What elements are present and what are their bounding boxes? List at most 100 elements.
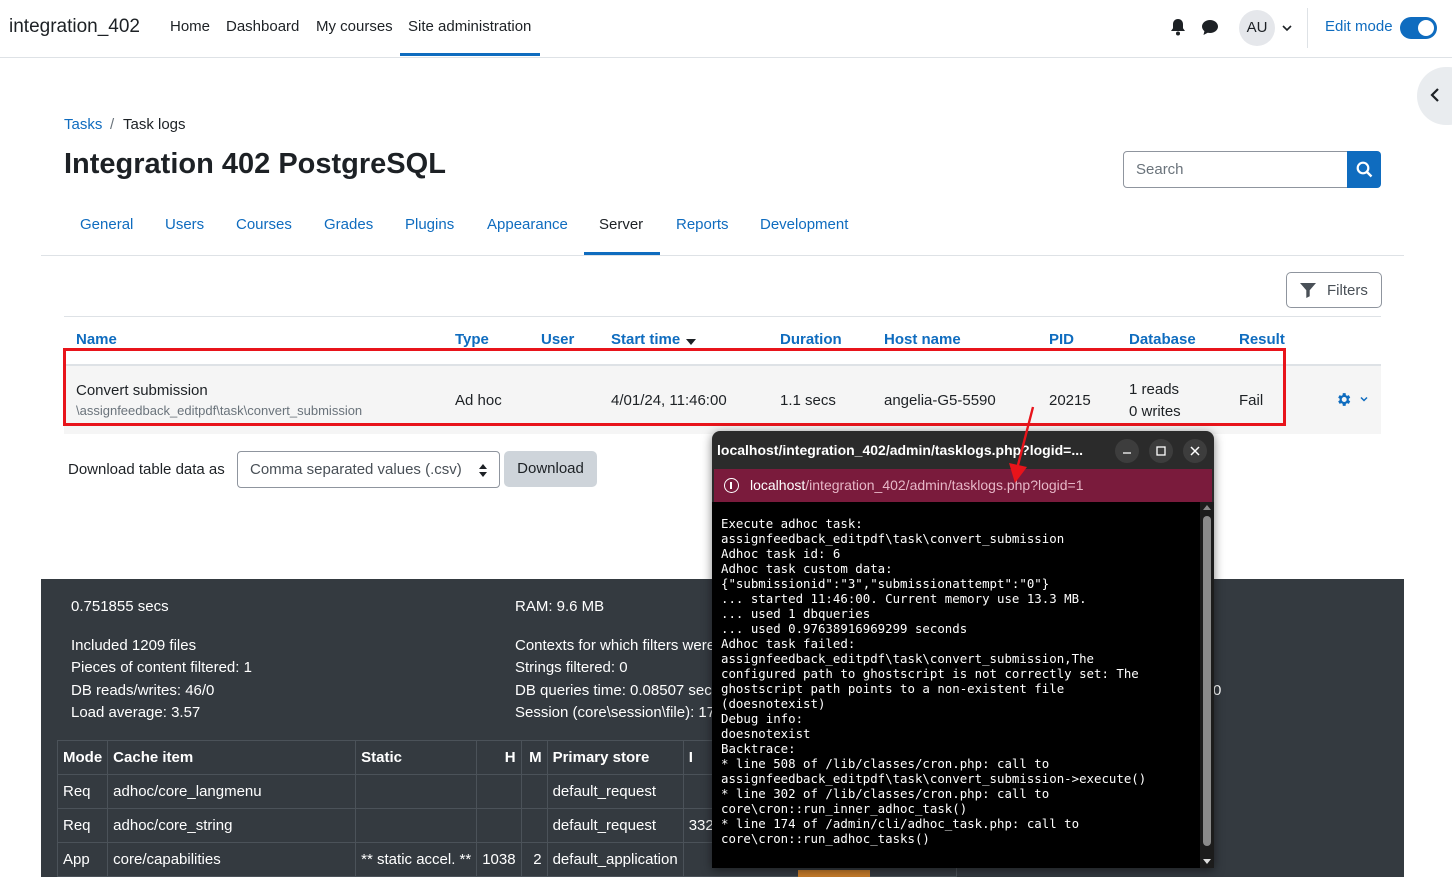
cache-cell: Req <box>56 774 109 809</box>
close-button[interactable] <box>1183 439 1207 463</box>
chevron-down-icon[interactable] <box>1359 394 1369 404</box>
bell-icon[interactable] <box>1170 18 1186 36</box>
cache-cell: 2 <box>520 842 548 877</box>
cache-cell: adhoc/core_string <box>107 808 357 843</box>
nav-dashboard[interactable]: Dashboard <box>226 18 299 35</box>
tab-development[interactable]: Development <box>760 216 848 233</box>
search-button[interactable] <box>1347 151 1381 188</box>
log-output: Execute adhoc task: assignfeedback_editp… <box>712 502 1200 868</box>
site-brand[interactable]: integration_402 <box>9 16 140 38</box>
cache-cell <box>476 774 522 809</box>
cache-cell: adhoc/core_langmenu <box>107 774 357 809</box>
filter-icon <box>1300 283 1316 298</box>
cache-cell <box>476 808 522 843</box>
cache-cell: ** static accel. ** <box>355 842 478 877</box>
col-name[interactable]: Name <box>76 331 117 348</box>
page-title: Integration 402 PostgreSQL <box>64 148 446 180</box>
col-duration[interactable]: Duration <box>780 331 842 348</box>
task-log-popup-window[interactable]: localhost/integration_402/admin/tasklogs… <box>712 431 1214 868</box>
perf-ram: RAM: 9.6 MB <box>515 598 605 615</box>
close-icon <box>1190 446 1200 456</box>
col-start-time[interactable]: Start time <box>611 331 680 348</box>
cache-cell <box>520 808 548 843</box>
col-pid[interactable]: PID <box>1049 331 1074 348</box>
user-avatar[interactable]: AU <box>1239 10 1275 46</box>
info-icon[interactable] <box>724 478 739 493</box>
breadcrumb-tasks[interactable]: Tasks <box>64 116 102 133</box>
cache-cell: default_application <box>546 842 684 877</box>
tab-general[interactable]: General <box>80 216 133 233</box>
cache-cell <box>355 774 478 809</box>
filters-label: Filters <box>1327 282 1368 299</box>
perf-time: 0.751855 secs <box>71 598 169 615</box>
perf-load: Load average: 3.57 <box>71 704 201 721</box>
perf-db-time: DB queries time: 0.08507 sec <box>515 682 712 699</box>
tab-users[interactable]: Users <box>165 216 204 233</box>
perf-strings: Strings filtered: 0 <box>515 659 628 676</box>
cache-cell: App <box>56 842 109 877</box>
url-host: localhost <box>750 477 806 493</box>
cache-col-hits: H <box>476 740 522 775</box>
col-database[interactable]: Database <box>1129 331 1196 348</box>
chat-icon[interactable] <box>1201 18 1219 36</box>
perf-contexts: Contexts for which filters were <box>515 637 716 654</box>
row-highlight-annotation <box>63 348 1286 426</box>
filters-button[interactable]: Filters <box>1286 272 1382 308</box>
chevron-left-icon <box>1430 88 1439 102</box>
cache-cell: default_request <box>546 774 684 809</box>
cache-cell <box>355 808 478 843</box>
annotation-arrow <box>1009 406 1035 483</box>
select-arrows-icon <box>479 464 487 477</box>
col-host-name[interactable]: Host name <box>884 331 961 348</box>
edit-mode-toggle[interactable] <box>1400 17 1437 39</box>
tab-reports[interactable]: Reports <box>676 216 729 233</box>
perf-db-rw: DB reads/writes: 46/0 <box>71 682 215 699</box>
popup-title[interactable]: localhost/integration_402/admin/tasklogs… <box>717 442 1117 458</box>
cache-col-misses: M <box>520 740 548 775</box>
cache-cell: default_request <box>546 808 684 843</box>
nav-my-courses[interactable]: My courses <box>316 18 393 35</box>
search-input[interactable] <box>1123 151 1349 188</box>
chevron-down-icon[interactable] <box>1281 22 1293 34</box>
cache-cell: Req <box>56 808 109 843</box>
popup-url-bar[interactable]: localhost/integration_402/admin/tasklogs… <box>714 469 1212 502</box>
tab-courses[interactable]: Courses <box>236 216 292 233</box>
minimize-icon <box>1123 452 1131 454</box>
perf-included: Included 1209 files <box>71 637 197 654</box>
sort-desc-icon <box>686 339 696 345</box>
cache-cell <box>520 774 548 809</box>
download-button[interactable]: Download <box>504 451 597 487</box>
nav-site-administration[interactable]: Site administration <box>408 18 531 35</box>
tab-appearance[interactable]: Appearance <box>487 216 568 233</box>
tab-grades[interactable]: Grades <box>324 216 373 233</box>
download-label: Download table data as <box>68 461 225 478</box>
cache-col-primary-store: Primary store <box>546 740 684 775</box>
table-top-border <box>64 316 1381 317</box>
popup-scrollbar[interactable] <box>1200 502 1214 868</box>
footer-accent-bar <box>798 870 870 877</box>
tab-plugins[interactable]: Plugins <box>405 216 454 233</box>
search-icon <box>1356 161 1373 178</box>
perf-session: Session (core\session\file): 17 <box>515 704 716 721</box>
download-format-value: Comma separated values (.csv) <box>250 461 462 478</box>
cache-col-mode: Mode <box>56 740 109 775</box>
col-result[interactable]: Result <box>1239 331 1285 348</box>
minimize-button[interactable] <box>1115 439 1139 463</box>
edit-mode-label[interactable]: Edit mode <box>1325 18 1393 35</box>
download-format-select[interactable]: Comma separated values (.csv) <box>237 451 500 488</box>
scroll-down-arrow[interactable] <box>1203 859 1211 864</box>
cache-cell: 1038 <box>476 842 522 877</box>
nav-home[interactable]: Home <box>170 18 210 35</box>
scroll-thumb[interactable] <box>1203 516 1211 846</box>
tab-server[interactable]: Server <box>599 216 643 233</box>
cache-col-item: Cache item <box>107 740 357 775</box>
nav-active-indicator <box>400 53 540 56</box>
col-type[interactable]: Type <box>455 331 489 348</box>
cache-col-static: Static <box>355 740 478 775</box>
maximize-button[interactable] <box>1149 439 1173 463</box>
scroll-up-arrow[interactable] <box>1203 505 1211 510</box>
gear-icon[interactable] <box>1335 391 1352 408</box>
col-user[interactable]: User <box>541 331 574 348</box>
open-drawer-button[interactable] <box>1417 67 1452 125</box>
log-text: Execute adhoc task: assignfeedback_editp… <box>721 516 1147 846</box>
